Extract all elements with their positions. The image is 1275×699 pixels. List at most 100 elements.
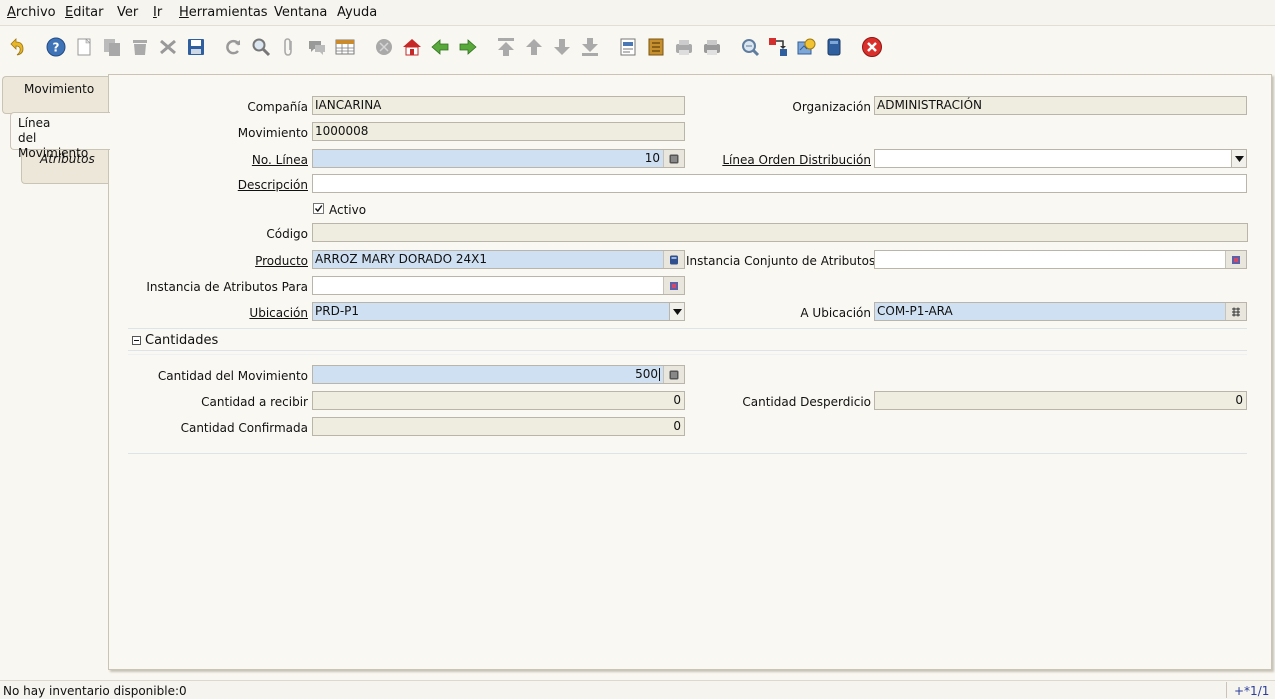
save-icon[interactable]	[185, 36, 207, 58]
ubicacion-combo[interactable]: PRD-P1	[312, 302, 685, 321]
chevron-down-icon[interactable]	[669, 303, 684, 320]
calculator-icon[interactable]	[663, 150, 684, 167]
down-record-icon[interactable]	[551, 36, 573, 58]
cantidad-confirmada-field: 0	[312, 417, 685, 436]
codigo-field	[312, 223, 1248, 242]
producto-value: ARROZ MARY DORADO 24X1	[315, 252, 488, 266]
next-record-icon[interactable]	[457, 36, 479, 58]
movimiento-value: 1000008	[315, 124, 369, 138]
activo-checkbox[interactable]	[313, 203, 324, 214]
status-message: No hay inventario disponible:0	[3, 684, 187, 698]
grid-toggle-icon[interactable]	[334, 36, 356, 58]
print-icon[interactable]	[701, 36, 723, 58]
svg-text:?: ?	[53, 41, 60, 55]
attribute-instance-icon[interactable]	[663, 277, 684, 294]
menu-ventana[interactable]: Ventana	[274, 5, 327, 20]
home-icon[interactable]	[401, 36, 423, 58]
menu-archivo-label: rchivo	[15, 5, 56, 20]
tab-movimiento-label: Movimiento	[24, 82, 95, 96]
print-preview-icon[interactable]	[673, 36, 695, 58]
menu-archivo-mnemonic: A	[7, 5, 16, 20]
cantidades-section-title: Cantidades	[145, 333, 219, 348]
linea-orden-combo[interactable]	[874, 149, 1247, 168]
cantidad-desperdicio-field: 0	[874, 391, 1247, 410]
locator-icon[interactable]	[1225, 303, 1246, 320]
compania-label: Compañía	[247, 100, 308, 114]
copy-record-icon[interactable]	[101, 36, 123, 58]
record-indicator[interactable]: +*1/1	[1226, 682, 1274, 698]
new-record-icon[interactable]	[73, 36, 95, 58]
product-lookup-icon[interactable]	[663, 251, 684, 268]
codigo-label: Código	[266, 227, 308, 241]
menu-editar-mnemonic: E	[65, 5, 74, 20]
tab-movimiento[interactable]: Movimiento	[2, 76, 109, 114]
attachment-icon[interactable]	[278, 36, 300, 58]
up-record-icon[interactable]	[523, 36, 545, 58]
menu-ir-label: r	[156, 5, 163, 20]
cantidad-mov-value: 500	[635, 367, 658, 381]
section-divider-bottom	[128, 453, 1247, 454]
calculator-icon[interactable]	[663, 366, 684, 383]
checkmark-icon	[314, 205, 323, 213]
last-record-icon[interactable]	[579, 36, 601, 58]
no-linea-value: 10	[644, 151, 660, 165]
text-cursor	[659, 368, 660, 381]
history-icon[interactable]	[373, 36, 395, 58]
workflow-icon[interactable]	[767, 36, 789, 58]
menu-ver[interactable]: Ver	[117, 5, 138, 20]
movimiento-field: 1000008	[312, 122, 685, 141]
menu-editar[interactable]: Editar	[65, 5, 104, 20]
cantidad-desperdicio-value: 0	[1235, 393, 1243, 407]
compania-field: IANCARINA	[312, 96, 685, 115]
chat-icon[interactable]	[306, 36, 328, 58]
record-indicator-text: +*1/1	[1234, 684, 1270, 698]
section-divider-top	[128, 328, 1247, 329]
help-icon[interactable]: ?	[45, 36, 67, 58]
refresh-icon[interactable]	[222, 36, 244, 58]
request-icon[interactable]	[795, 36, 817, 58]
close-window-icon[interactable]	[861, 36, 883, 58]
collapse-icon[interactable]	[132, 336, 141, 345]
cantidad-mov-field[interactable]: 500	[312, 365, 685, 384]
menu-herramientas[interactable]: Herramientas	[179, 5, 268, 20]
previous-record-icon[interactable]	[429, 36, 451, 58]
archive-icon[interactable]	[645, 36, 667, 58]
delete-icon[interactable]	[129, 36, 151, 58]
descripcion-field[interactable]	[312, 174, 1247, 193]
a-ubicacion-label: A Ubicación	[800, 306, 871, 320]
producto-field[interactable]: ARROZ MARY DORADO 24X1	[312, 250, 685, 269]
linea-orden-label-text: Línea Orden Distribución	[722, 153, 871, 167]
instancia-conjunto-field[interactable]	[874, 250, 1247, 269]
cantidad-confirmada-value: 0	[673, 419, 681, 433]
delete-selection-icon[interactable]	[157, 36, 179, 58]
linea-orden-label: Línea Orden Distribución	[700, 153, 871, 167]
menu-archivo[interactable]: Archivo	[7, 5, 56, 20]
menu-ir[interactable]: Ir	[153, 5, 162, 20]
organizacion-label: Organización	[792, 100, 871, 114]
activo-label: Activo	[329, 203, 367, 217]
cantidad-mov-label-text: Cantidad del Movimiento	[157, 369, 308, 383]
instancia-para-field[interactable]	[312, 276, 685, 295]
cantidad-recibir-field: 0	[312, 391, 685, 410]
menu-ayuda[interactable]: Ayuda	[337, 5, 377, 20]
a-ubicacion-value: COM-P1-ARA	[877, 304, 953, 318]
menu-bar: Archivo Editar Ver Ir Herramientas Venta…	[0, 0, 1275, 26]
no-linea-field[interactable]: 10	[312, 149, 685, 168]
zoom-across-icon[interactable]	[739, 36, 761, 58]
tab-linea-del-movimiento[interactable]: Línea del Movimiento	[10, 112, 110, 160]
cantidad-recibir-value: 0	[673, 393, 681, 407]
descripcion-label: Descripción	[237, 178, 308, 192]
attribute-set-icon[interactable]	[1225, 251, 1246, 268]
tab-linea-label: Línea del Movimiento	[18, 116, 110, 161]
tab-linea-label-line2: del Movimiento	[18, 131, 89, 160]
cantidad-recibir-label: Cantidad a recibir	[201, 395, 308, 409]
first-record-icon[interactable]	[495, 36, 517, 58]
undo-icon[interactable]	[5, 36, 27, 58]
report-icon[interactable]	[617, 36, 639, 58]
chevron-down-icon[interactable]	[1231, 150, 1246, 167]
cantidad-mov-label: Cantidad del Movimiento	[130, 369, 308, 383]
search-icon[interactable]	[250, 36, 272, 58]
a-ubicacion-field[interactable]: COM-P1-ARA	[874, 302, 1247, 321]
movimiento-label: Movimiento	[237, 126, 308, 140]
product-info-icon[interactable]	[823, 36, 845, 58]
